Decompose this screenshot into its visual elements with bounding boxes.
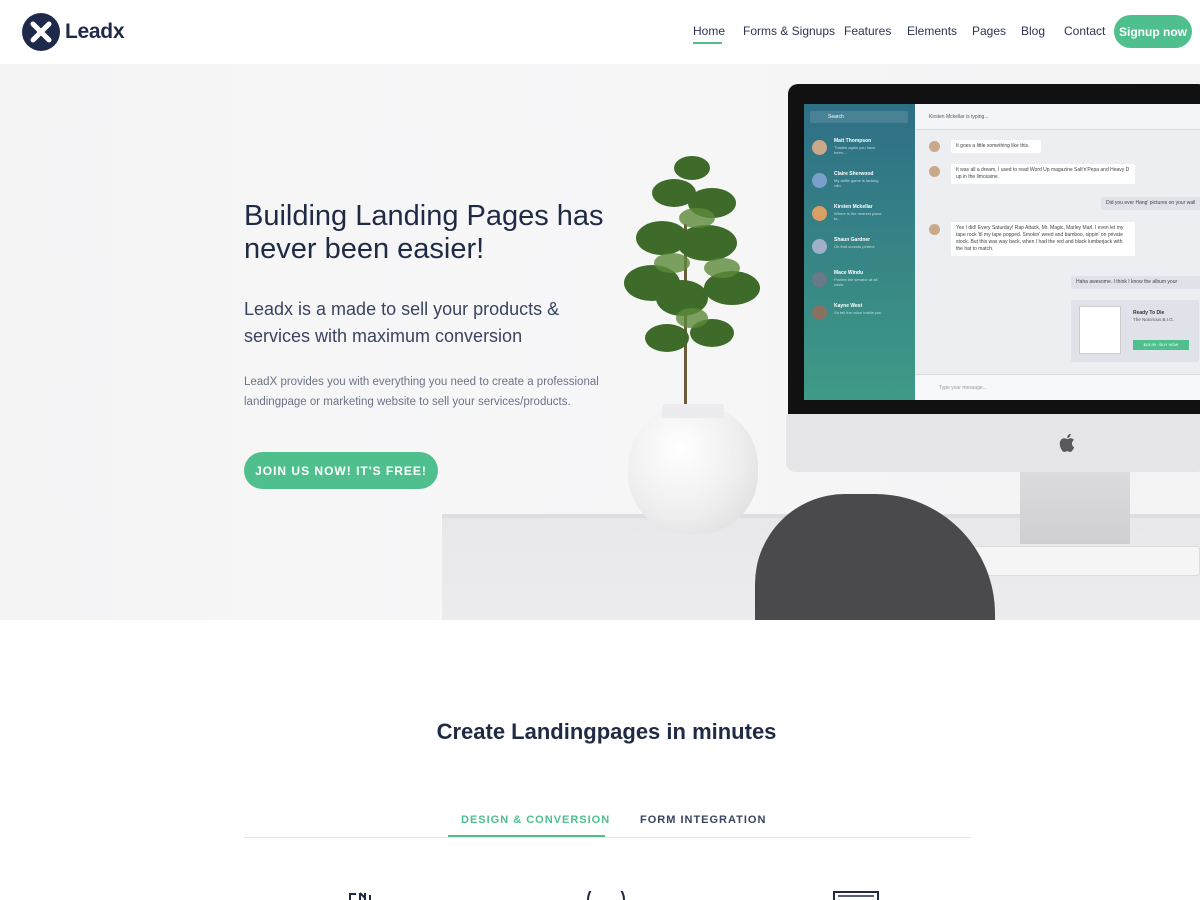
tab-form-integration[interactable]: FORM INTEGRATION xyxy=(640,814,766,826)
typing-indicator: Kirsten Mckellar is typing... xyxy=(915,104,1200,130)
conversion-feature-icon xyxy=(587,891,625,900)
hero-subtitle: Leadx is a made to sell your products & … xyxy=(244,299,560,346)
contact-preview: Oh that sounds perfect xyxy=(834,244,875,249)
vase-neck xyxy=(662,404,724,418)
chat-contact: Kayne West So tell the voice inside you xyxy=(810,303,910,327)
hero-description: LeadX provides you with everything you n… xyxy=(244,376,599,408)
tab-active-indicator xyxy=(448,835,605,837)
nav-elements[interactable]: Elements xyxy=(907,24,957,38)
chat-app-mockup: Search Matt Thompson Thanks again you ha… xyxy=(804,104,1200,400)
contact-preview: My selfie game is lacking rain xyxy=(834,178,879,188)
chat-contact: Mace Windu Protect the senator at all co… xyxy=(810,270,910,294)
vase-image xyxy=(628,404,758,534)
contact-preview: Protect the senator at all costs xyxy=(834,277,878,287)
album-cover-image xyxy=(1079,306,1121,354)
nav-blog[interactable]: Blog xyxy=(1021,24,1045,38)
avatar xyxy=(812,206,827,221)
brand-name: Leadx xyxy=(65,20,125,43)
avatar xyxy=(812,305,827,320)
nav-forms-signups[interactable]: Forms & Signups xyxy=(743,24,835,38)
nav-features[interactable]: Features xyxy=(844,24,891,38)
nav-pages[interactable]: Pages xyxy=(972,24,1006,38)
contact-name: Shaun Gardner xyxy=(834,237,871,243)
nav-active-indicator xyxy=(693,42,722,44)
chat-input: Type your message... xyxy=(915,374,1200,400)
section-title: Create Landingpages in minutes xyxy=(436,719,777,744)
album-buy-button: $15.99 · BUY NOW xyxy=(1133,340,1189,350)
avatar xyxy=(929,224,940,235)
album-artist: The Notorious B.I.G. xyxy=(1133,317,1175,322)
chat-bubble: It was all a dream, I used to read Word … xyxy=(951,164,1135,184)
avatar xyxy=(812,173,827,188)
avatar xyxy=(929,166,940,177)
chat-conversation: Kirsten Mckellar is typing... It goes a … xyxy=(915,104,1200,400)
chat-contact: Kirsten Mckellar Where is the nearest pl… xyxy=(810,204,910,228)
contact-preview: Thanks again you have been... xyxy=(834,145,876,155)
avatar xyxy=(929,141,940,152)
chat-bubble: It goes a little something like this. xyxy=(951,140,1041,153)
chat-bubble: Did you ever Hang' pictures on your wall xyxy=(1101,197,1200,210)
chat-sidebar: Search Matt Thompson Thanks again you ha… xyxy=(804,104,915,400)
chat-contact: Matt Thompson Thanks again you have been… xyxy=(810,138,910,162)
avatar xyxy=(812,239,827,254)
avatar xyxy=(812,140,827,155)
contact-preview: Where is the nearest place to... xyxy=(834,211,882,221)
contact-name: Mace Windu xyxy=(834,270,864,276)
album-card: Ready To Die The Notorious B.I.G. $15.99… xyxy=(1071,300,1199,362)
hero-section: Search Matt Thompson Thanks again you ha… xyxy=(0,64,1200,620)
chat-contact: Shaun Gardner Oh that sounds perfect xyxy=(810,237,910,261)
tab-design-conversion[interactable]: DESIGN & CONVERSION xyxy=(461,814,610,826)
chat-bubble: Yes I did! Every Saturday! Rap Attack, M… xyxy=(951,222,1135,256)
x-logo-icon xyxy=(22,13,60,51)
contact-name: Kayne West xyxy=(834,303,863,309)
contact-name: Matt Thompson xyxy=(834,138,872,144)
chair-image xyxy=(755,494,995,620)
album-title: Ready To Die xyxy=(1133,310,1165,316)
chat-bubble: Haha awesome. I think I know the album y… xyxy=(1071,276,1200,289)
design-feature-icon xyxy=(349,892,371,900)
top-navbar: Leadx Home Forms & Signups Features Elem… xyxy=(0,0,1200,64)
feature-tabs: DESIGN & CONVERSION FORM INTEGRATION xyxy=(244,808,971,838)
monitor-chin xyxy=(786,414,1200,472)
form-feature-icon xyxy=(833,891,879,900)
brand-logo[interactable]: Leadx xyxy=(22,13,125,51)
plant-icon xyxy=(624,156,760,352)
hero-title: Building Landing Pages has never been ea… xyxy=(244,200,604,265)
nav-contact[interactable]: Contact xyxy=(1064,24,1105,38)
apple-logo-icon xyxy=(1059,433,1075,452)
join-cta-button[interactable]: JOIN US NOW! IT'S FREE! xyxy=(244,452,438,489)
chat-search: Search xyxy=(810,111,908,123)
nav-home[interactable]: Home xyxy=(693,24,725,38)
monitor-stand xyxy=(1020,472,1130,544)
avatar xyxy=(812,272,827,287)
contact-name: Kirsten Mckellar xyxy=(834,204,873,210)
signup-button[interactable]: Signup now xyxy=(1114,15,1192,48)
chat-contact: Claire Sherwood My selfie game is lackin… xyxy=(810,171,910,195)
contact-name: Claire Sherwood xyxy=(834,171,874,177)
contact-preview: So tell the voice inside you xyxy=(834,310,882,315)
